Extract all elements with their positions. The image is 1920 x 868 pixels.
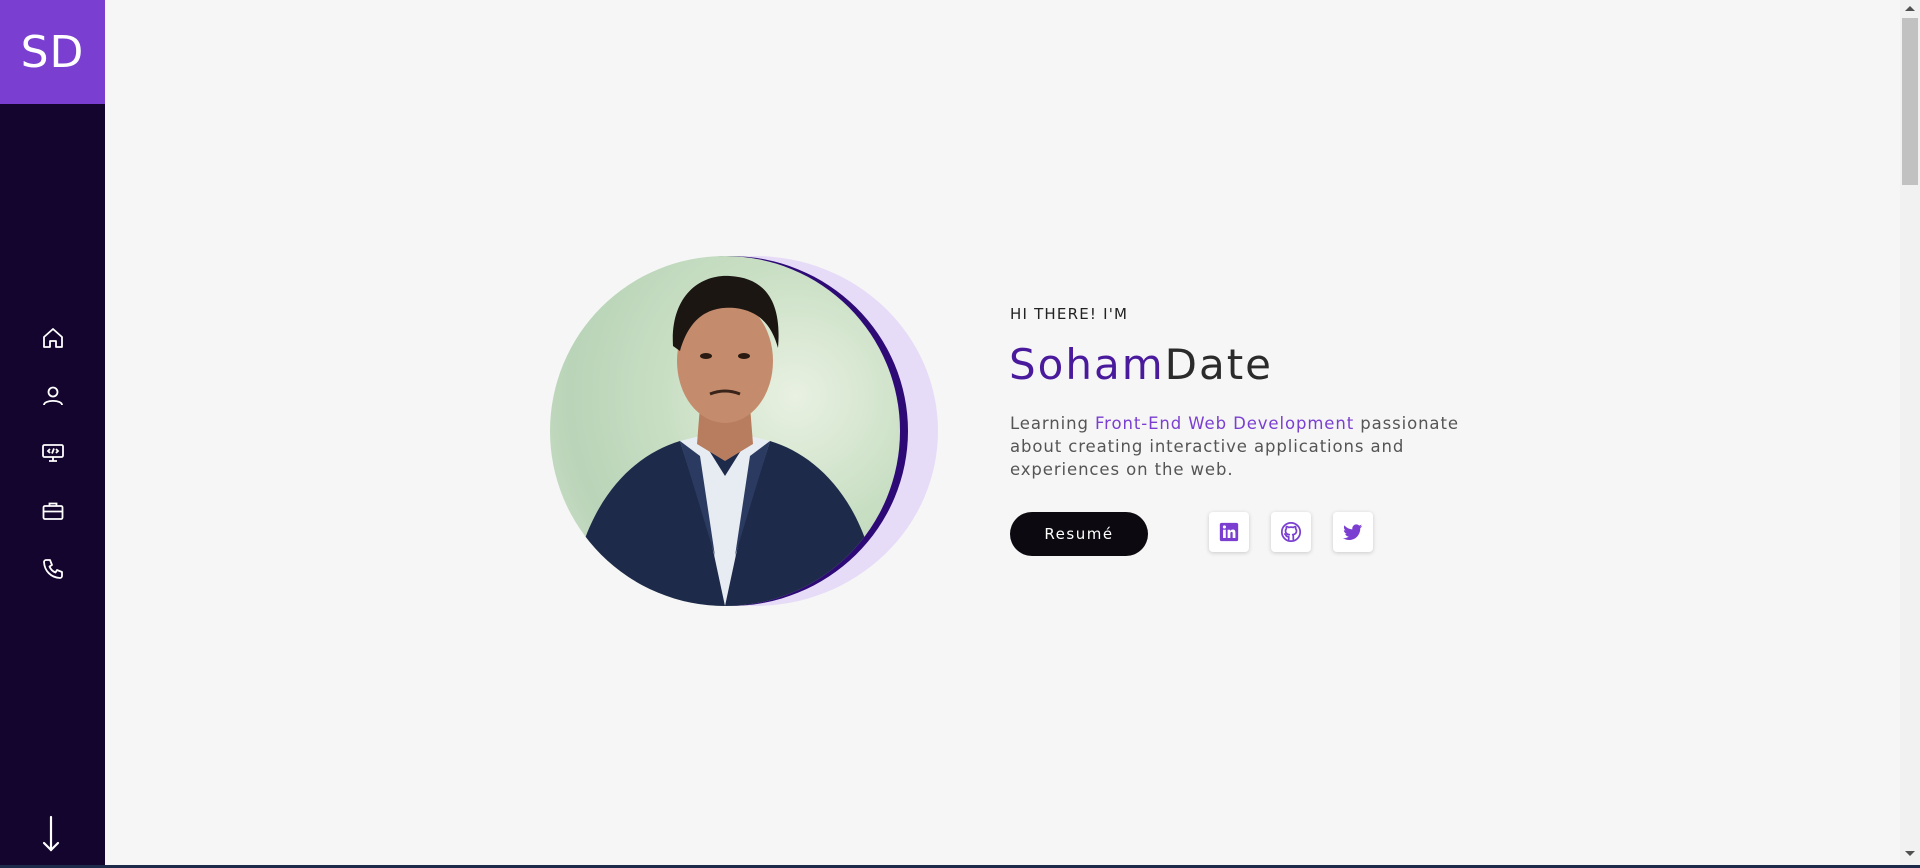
desc-prefix: Learning (1010, 414, 1095, 433)
user-icon (43, 386, 63, 406)
nav-contact[interactable] (36, 552, 70, 586)
github-link[interactable] (1271, 512, 1311, 552)
briefcase-icon (42, 502, 64, 520)
phone-icon (43, 559, 63, 579)
scroll-down-arrow-icon[interactable] (1905, 851, 1915, 856)
logo-text: SD (20, 26, 85, 78)
profile-photo-frame (550, 256, 940, 608)
last-name: Date (1164, 340, 1274, 389)
desc-accent: Front-End Web Development (1094, 414, 1355, 433)
profile-portrait-image (570, 275, 880, 606)
resume-button-label: Resumé (1044, 525, 1114, 543)
vertical-scrollbar[interactable] (1900, 0, 1920, 865)
twitter-link[interactable] (1333, 512, 1373, 552)
home-icon (43, 328, 63, 348)
scroll-up-arrow-icon[interactable] (1905, 6, 1915, 11)
hero-description: Learning Front-End Web Development passi… (1010, 412, 1510, 481)
scrollbar-thumb[interactable] (1902, 18, 1918, 185)
twitter-icon (1342, 524, 1363, 540)
nav-about[interactable] (36, 379, 70, 413)
nav-home[interactable] (36, 321, 70, 355)
linkedin-link[interactable] (1209, 512, 1249, 552)
nav-work[interactable] (36, 494, 70, 528)
resume-button[interactable]: Resumé (1010, 512, 1148, 556)
nav-skills[interactable] (36, 436, 70, 470)
linkedin-icon (1219, 522, 1239, 542)
profile-photo (550, 256, 900, 606)
sidebar: SD (0, 0, 105, 865)
monitor-code-icon (42, 444, 64, 462)
intro-eyebrow: HI THERE! I'M (1010, 305, 1129, 323)
hero-name: SohamDate (1009, 340, 1273, 389)
logo[interactable]: SD (0, 0, 105, 104)
github-icon (1280, 521, 1302, 543)
arrow-down-icon[interactable] (38, 814, 64, 854)
first-name: Soham (1009, 340, 1165, 389)
